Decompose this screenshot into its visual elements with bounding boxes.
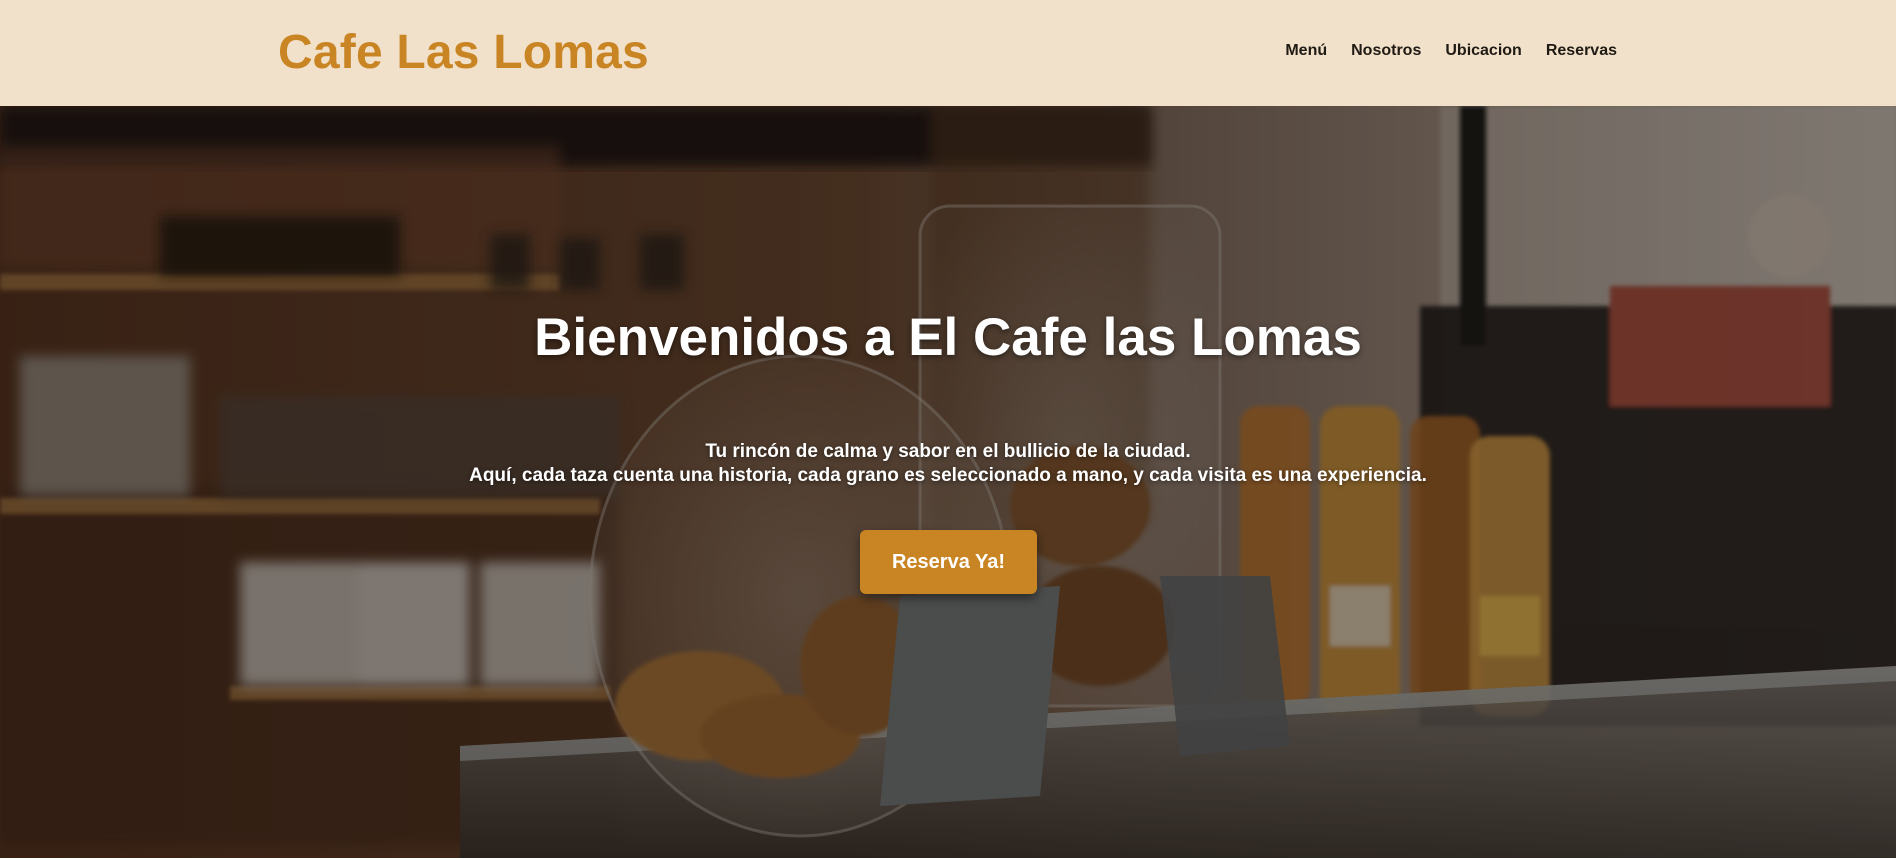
main-nav: Menú Nosotros Ubicacion Reservas <box>1285 40 1617 62</box>
hero-title: Bienvenidos a El Cafe las Lomas <box>534 308 1362 367</box>
hero-content: Bienvenidos a El Cafe las Lomas Tu rincó… <box>0 106 1896 858</box>
site-header: Cafe Las Lomas Menú Nosotros Ubicacion R… <box>0 0 1896 106</box>
nav-link-nosotros[interactable]: Nosotros <box>1351 40 1421 62</box>
reserve-button[interactable]: Reserva Ya! <box>860 530 1037 594</box>
site-logo-text[interactable]: Cafe Las Lomas <box>278 22 649 84</box>
nav-link-menu[interactable]: Menú <box>1285 40 1327 62</box>
hero-subtitle-line-1: Tu rincón de calma y sabor en el bullici… <box>705 441 1191 462</box>
hero-section: Bienvenidos a El Cafe las Lomas Tu rincó… <box>0 106 1896 858</box>
hero-subtitle-line-2: Aquí, cada taza cuenta una historia, cad… <box>469 465 1427 486</box>
hero-subtitle: Tu rincón de calma y sabor en el bullici… <box>0 440 1896 488</box>
nav-link-reservas[interactable]: Reservas <box>1546 40 1617 62</box>
nav-link-ubicacion[interactable]: Ubicacion <box>1445 40 1521 62</box>
